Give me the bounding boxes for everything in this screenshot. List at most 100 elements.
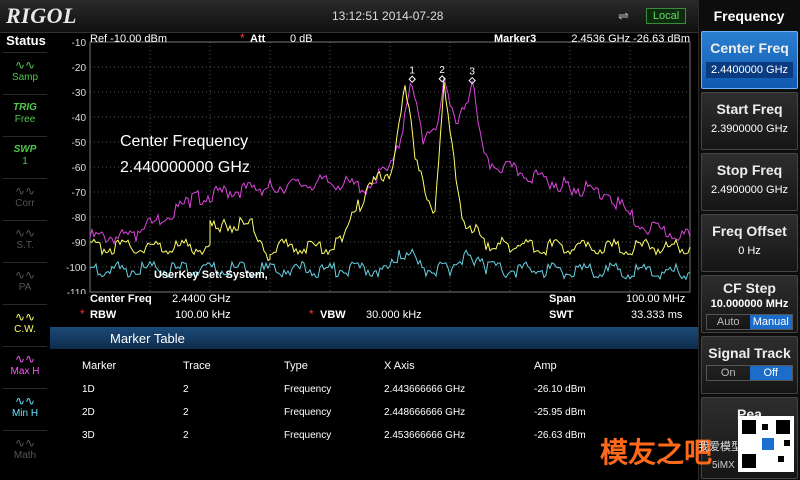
status-item: ∿∿ S.T. — [3, 220, 47, 259]
signal-track-on-option[interactable]: On — [707, 366, 750, 380]
cf-step-button[interactable]: CF Step 10.000000 MHz Auto Manual — [701, 275, 798, 333]
marker-label: 1 — [409, 65, 415, 76]
marker-table-cell: -26.63 dBm — [534, 430, 586, 441]
vbw-label: VBW — [320, 309, 346, 321]
y-tick-label: -30 — [72, 88, 87, 99]
minh-icon: ∿∿ — [14, 394, 36, 408]
qr-code-icon — [738, 416, 794, 472]
cf-step-mode-toggle[interactable]: Auto Manual — [706, 314, 793, 330]
mt-col-xaxis: X Axis — [384, 360, 415, 372]
center-freq-button-value: 2.4400000 GHz — [706, 62, 793, 78]
rbw-value: 100.00 kHz — [175, 309, 231, 321]
status-item-code: SWP — [13, 144, 37, 155]
rbw-star-icon: * — [80, 307, 85, 321]
rigol-logo: RIGOL — [6, 3, 77, 28]
y-tick-label: -60 — [72, 163, 87, 174]
marker-diamond — [408, 75, 416, 83]
stop-freq-button[interactable]: Stop Freq 2.4900000 GHz — [701, 153, 798, 211]
center-freq-value: 2.4400 GHz — [172, 293, 231, 305]
marker-table-title: Marker Table — [110, 331, 185, 346]
y-tick-label: -80 — [72, 213, 87, 224]
signal-track-off-option[interactable]: Off — [749, 366, 792, 380]
status-item-label: PA — [18, 282, 32, 293]
cf-step-button-value: 10.000000 MHz — [710, 298, 789, 310]
y-tick-label: -90 — [72, 238, 87, 249]
wave-icon: ∿∿ — [14, 58, 36, 72]
local-badge[interactable]: Local — [646, 8, 686, 24]
swt-label: SWT — [549, 309, 574, 321]
status-item-label: Min H — [11, 408, 39, 419]
softkey-panel-title: Frequency — [713, 8, 785, 24]
status-item: ∿∿ C.W. — [3, 304, 47, 343]
status-item-code: TRIG — [13, 102, 37, 113]
att-value: 0 dB — [290, 33, 313, 45]
marker-table-cell: 2.448666666 GHz — [384, 407, 466, 418]
marker-table-cell: -26.10 dBm — [534, 384, 586, 395]
marker-table-cell: Frequency — [284, 384, 332, 395]
marker-table-cell: 2D — [82, 407, 95, 418]
status-item: ∿∿ Samp — [3, 52, 47, 91]
cf-step-manual-option[interactable]: Manual — [749, 315, 792, 329]
y-tick-label: -20 — [72, 63, 87, 74]
marker-table-cell: 1D — [82, 384, 95, 395]
status-item-label: Free — [14, 114, 36, 125]
marker-table-cell: 2 — [183, 430, 189, 441]
center-freq-button[interactable]: Center Freq 2.4400000 GHz — [701, 31, 798, 89]
vbw-star-icon: * — [309, 307, 314, 321]
marker-table-cell: 2.453666666 GHz — [384, 430, 466, 441]
marker-table-cell: Frequency — [284, 430, 332, 441]
watermark-text-sub: 我爱模型 — [698, 439, 742, 453]
ref-level: Ref -10.00 dBm — [90, 33, 167, 45]
vbw-value: 30.000 kHz — [366, 309, 422, 321]
status-item: ∿∿ Math — [3, 430, 47, 469]
status-item: ∿∿ Min H — [3, 388, 47, 427]
marker-table-cell: -25.95 dBm — [534, 407, 586, 418]
marker-readout-value: 2.4536 GHz -26.63 dBm — [571, 33, 690, 45]
start-freq-button-title: Start Freq — [716, 101, 783, 117]
freq-offset-button[interactable]: Freq Offset 0 Hz — [701, 214, 798, 272]
mt-col-amp: Amp — [534, 360, 557, 372]
signal-track-toggle[interactable]: On Off — [706, 365, 793, 381]
watermark-text-brand: 5iMX — [712, 460, 735, 471]
center-freq-button-title: Center Freq — [710, 40, 789, 56]
status-title: Status — [6, 33, 46, 48]
status-item-label: C.W. — [14, 324, 36, 335]
cf-step-auto-option[interactable]: Auto — [707, 315, 750, 329]
span-label: Span — [549, 293, 576, 305]
pa-icon: ∿∿ — [14, 268, 36, 282]
userkey-text: UserKey Set: System, — [154, 269, 268, 281]
spectrum-plot[interactable]: -10-20-30-40-50-60-70-80-90-100-110 123 … — [50, 32, 698, 294]
y-tick-label: -70 — [72, 188, 87, 199]
watermark: 模友之吧 我爱模型 5iMX — [600, 416, 794, 472]
status-item: TRIG Free — [3, 94, 47, 133]
stop-freq-button-title: Stop Freq — [716, 162, 783, 178]
marker-table-cell: 2.443666666 GHz — [384, 384, 466, 395]
freq-offset-button-title: Freq Offset — [712, 223, 787, 239]
span-value: 100.00 MHz — [626, 293, 686, 305]
freq-offset-button-value: 0 Hz — [738, 245, 761, 257]
signal-track-button[interactable]: Signal Track On Off — [701, 336, 798, 394]
start-freq-button-value: 2.3900000 GHz — [710, 123, 789, 135]
att-star-icon: * — [240, 32, 245, 45]
status-item-label: Samp — [11, 72, 39, 83]
corr-icon: ∿∿ — [14, 184, 36, 198]
signal-track-button-title: Signal Track — [708, 345, 791, 361]
marker-table-cell: 3D — [82, 430, 95, 441]
cw-icon: ∿∿ — [14, 310, 36, 324]
y-axis-ticks: -10 -20 -30 -40 -50 -60 -70 -80 -90 -100 -110 — [66, 38, 86, 294]
marker-table-cell: Frequency — [284, 407, 332, 418]
rbw-label: RBW — [90, 309, 117, 321]
marker-table-cell: 2 — [183, 407, 189, 418]
usb-icon: ⇌ — [618, 8, 629, 23]
status-item-label: S.T. — [16, 240, 34, 251]
st-icon: ∿∿ — [14, 226, 36, 240]
status-item: ∿∿ Max H — [3, 346, 47, 385]
status-item: ∿∿ PA — [3, 262, 47, 301]
stop-freq-button-value: 2.4900000 GHz — [710, 184, 789, 196]
status-item-label: Max H — [10, 366, 40, 377]
marker-readout-label: Marker3 — [494, 33, 536, 45]
cf-step-button-title: CF Step — [723, 280, 776, 296]
annotation-line2: 2.440000000 GHz — [120, 159, 250, 176]
status-item: ∿∿ Corr — [3, 178, 47, 217]
start-freq-button[interactable]: Start Freq 2.3900000 GHz — [701, 92, 798, 150]
